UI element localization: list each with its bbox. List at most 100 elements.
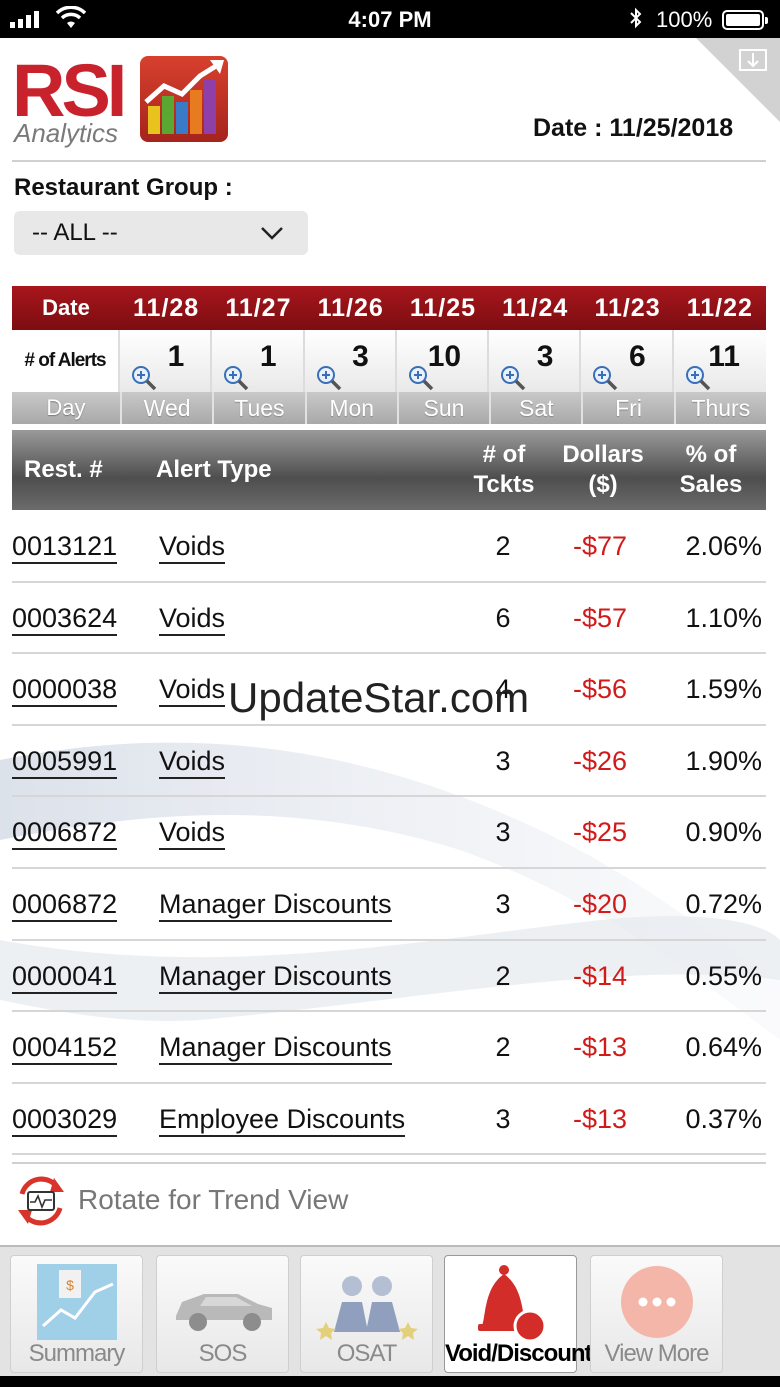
- rest-number-link[interactable]: 0004152: [12, 1032, 118, 1066]
- tab-summary[interactable]: $ Summary: [10, 1255, 143, 1373]
- rest-number-link[interactable]: 0000041: [12, 961, 118, 994]
- dollars-value: -$13: [572, 1032, 628, 1063]
- svg-text:$: $: [66, 1277, 74, 1293]
- rotate-hint: Rotate for Trend View: [12, 1162, 766, 1242]
- alert-count-cell[interactable]: 1: [119, 330, 213, 392]
- pct-sales-value: 0.90%: [685, 817, 762, 848]
- zoom-in-icon: [685, 366, 710, 391]
- alert-type-link[interactable]: Voids: [159, 817, 226, 851]
- dollars-value: -$57: [572, 602, 628, 633]
- table-row: 0013121 Voids 2 -$77 2.06%: [12, 511, 766, 583]
- alert-type-link[interactable]: Voids: [159, 531, 226, 564]
- dollars-value: -$14: [572, 960, 628, 991]
- rest-number-link[interactable]: 0003624: [12, 603, 118, 636]
- tab-osat-label: OSAT: [336, 1340, 398, 1367]
- zoom-in-icon: [501, 366, 526, 391]
- tab-void-discount[interactable]: Void/Discount: [444, 1255, 593, 1373]
- download-corner-icon[interactable]: [696, 38, 780, 122]
- date-cell: 11/28: [133, 293, 200, 322]
- tickets-value: 3: [495, 817, 511, 848]
- tickets-value: 3: [495, 1103, 511, 1134]
- pct-sales-value: 2.06%: [685, 531, 762, 561]
- col-rest: Rest. #: [24, 456, 103, 483]
- date-cell: 11/25: [409, 293, 477, 322]
- dollars-value: -$20: [572, 888, 628, 919]
- day-row-label: Day: [46, 395, 86, 420]
- date-header-row: Date 11/28 11/27 11/26 11/25 11/24 11/23…: [12, 286, 766, 330]
- col-pct-line1: % of: [685, 441, 737, 468]
- tickets-value: 2: [495, 531, 511, 561]
- pct-sales-value: 0.55%: [685, 960, 762, 991]
- alert-type-link[interactable]: Voids: [159, 674, 226, 708]
- tab-view-more[interactable]: View More: [590, 1255, 723, 1373]
- alert-type-link[interactable]: Manager Discounts: [159, 961, 392, 994]
- alerts-table-body: 0013121 Voids 2 -$77 2.06% 0003624 Voids…: [12, 511, 766, 1156]
- dollars-value: -$25: [572, 817, 628, 848]
- tickets-value: 3: [495, 888, 511, 919]
- car-icon: [175, 1294, 272, 1331]
- home-indicator: [0, 1376, 780, 1387]
- day-cell: Mon: [304, 392, 397, 424]
- restaurant-group-select[interactable]: -- ALL --: [14, 211, 308, 255]
- rotate-hint-text: Rotate for Trend View: [78, 1184, 349, 1215]
- col-pct-line2: Sales: [679, 471, 743, 498]
- date-cell: 11/23: [594, 293, 661, 322]
- pct-sales-value: 0.64%: [685, 1032, 762, 1063]
- col-dollars-line2: ($): [588, 471, 618, 498]
- people-icon: [315, 1276, 418, 1340]
- alerts-row-label: # of Alerts: [12, 330, 120, 392]
- dollars-value: -$77: [572, 531, 628, 561]
- rest-number-link[interactable]: 0003029: [12, 1104, 118, 1137]
- day-cell: Tues: [212, 392, 304, 424]
- bell-icon: [477, 1265, 546, 1343]
- rest-number-link[interactable]: 0006872: [12, 817, 118, 851]
- alert-count-cell[interactable]: 10: [396, 330, 490, 392]
- pct-sales-value: 1.10%: [685, 602, 762, 633]
- zoom-in-icon: [131, 366, 157, 391]
- rest-number-link[interactable]: 0013121: [12, 531, 118, 564]
- zoom-in-icon: [408, 366, 434, 391]
- date-cell: 11/26: [317, 293, 384, 322]
- watermark-text: UpdateStar.com: [228, 674, 530, 721]
- day-cell: Sat: [489, 392, 581, 424]
- table-row: 0003624 Voids 6 -$57 1.10%: [12, 583, 766, 655]
- table-row: 0003029 Employee Discounts 3 -$13 0.37%: [12, 1084, 766, 1156]
- dollars-value: -$13: [572, 1103, 628, 1134]
- bluetooth-icon: [630, 7, 642, 29]
- col-dollars-line1: Dollars: [562, 441, 644, 468]
- bottom-tab-bar: $ Summary SOS OSAT Void/Discount View Mo…: [0, 1245, 780, 1387]
- day-cell: Sun: [396, 392, 489, 424]
- battery-percent: 100%: [656, 7, 713, 32]
- alerts-table-header: Rest. # Alert Type # of Tckts Dollars ($…: [12, 430, 766, 510]
- rest-number-link[interactable]: 0006872: [12, 889, 118, 922]
- pct-sales-value: 1.90%: [685, 745, 762, 776]
- alert-type-link[interactable]: Manager Discounts: [159, 1032, 392, 1066]
- zoom-in-icon: [316, 366, 341, 391]
- day-cell: Thurs: [673, 392, 766, 424]
- alerts-count-row: # of Alerts 1 1 3 10 3 6 11: [12, 330, 766, 392]
- alert-count-cell[interactable]: 3: [304, 330, 397, 392]
- alert-count-cell[interactable]: 11: [673, 330, 766, 392]
- rest-number-link[interactable]: 0005991: [12, 746, 118, 779]
- restaurant-group-value: -- ALL --: [32, 219, 118, 246]
- status-bar: 4:07 PM 100%: [0, 0, 780, 38]
- tab-sos[interactable]: SOS: [156, 1255, 289, 1373]
- alert-count-cell[interactable]: 6: [581, 330, 674, 392]
- tab-osat[interactable]: OSAT: [300, 1255, 433, 1373]
- more-icon: [620, 1266, 693, 1338]
- alert-type-link[interactable]: Manager Discounts: [159, 889, 392, 922]
- summary-chart-icon: $: [36, 1264, 117, 1340]
- table-row: 0000041 Manager Discounts 2 -$14 0.55%: [12, 941, 766, 1013]
- table-row: 0004152 Manager Discounts 2 -$13 0.64%: [12, 1012, 766, 1084]
- day-cell: Wed: [119, 392, 212, 424]
- alert-type-link[interactable]: Voids: [159, 746, 226, 779]
- alert-type-link[interactable]: Voids: [159, 603, 226, 636]
- header-divider: [12, 160, 766, 162]
- dollars-value: -$56: [572, 674, 628, 705]
- alert-type-link[interactable]: Employee Discounts: [159, 1104, 406, 1137]
- rest-number-link[interactable]: 0000038: [12, 674, 118, 708]
- tab-summary-label: Summary: [28, 1340, 126, 1367]
- alert-count-cell[interactable]: 1: [212, 330, 305, 392]
- battery-icon: [722, 10, 768, 30]
- alert-count-cell[interactable]: 3: [489, 330, 582, 392]
